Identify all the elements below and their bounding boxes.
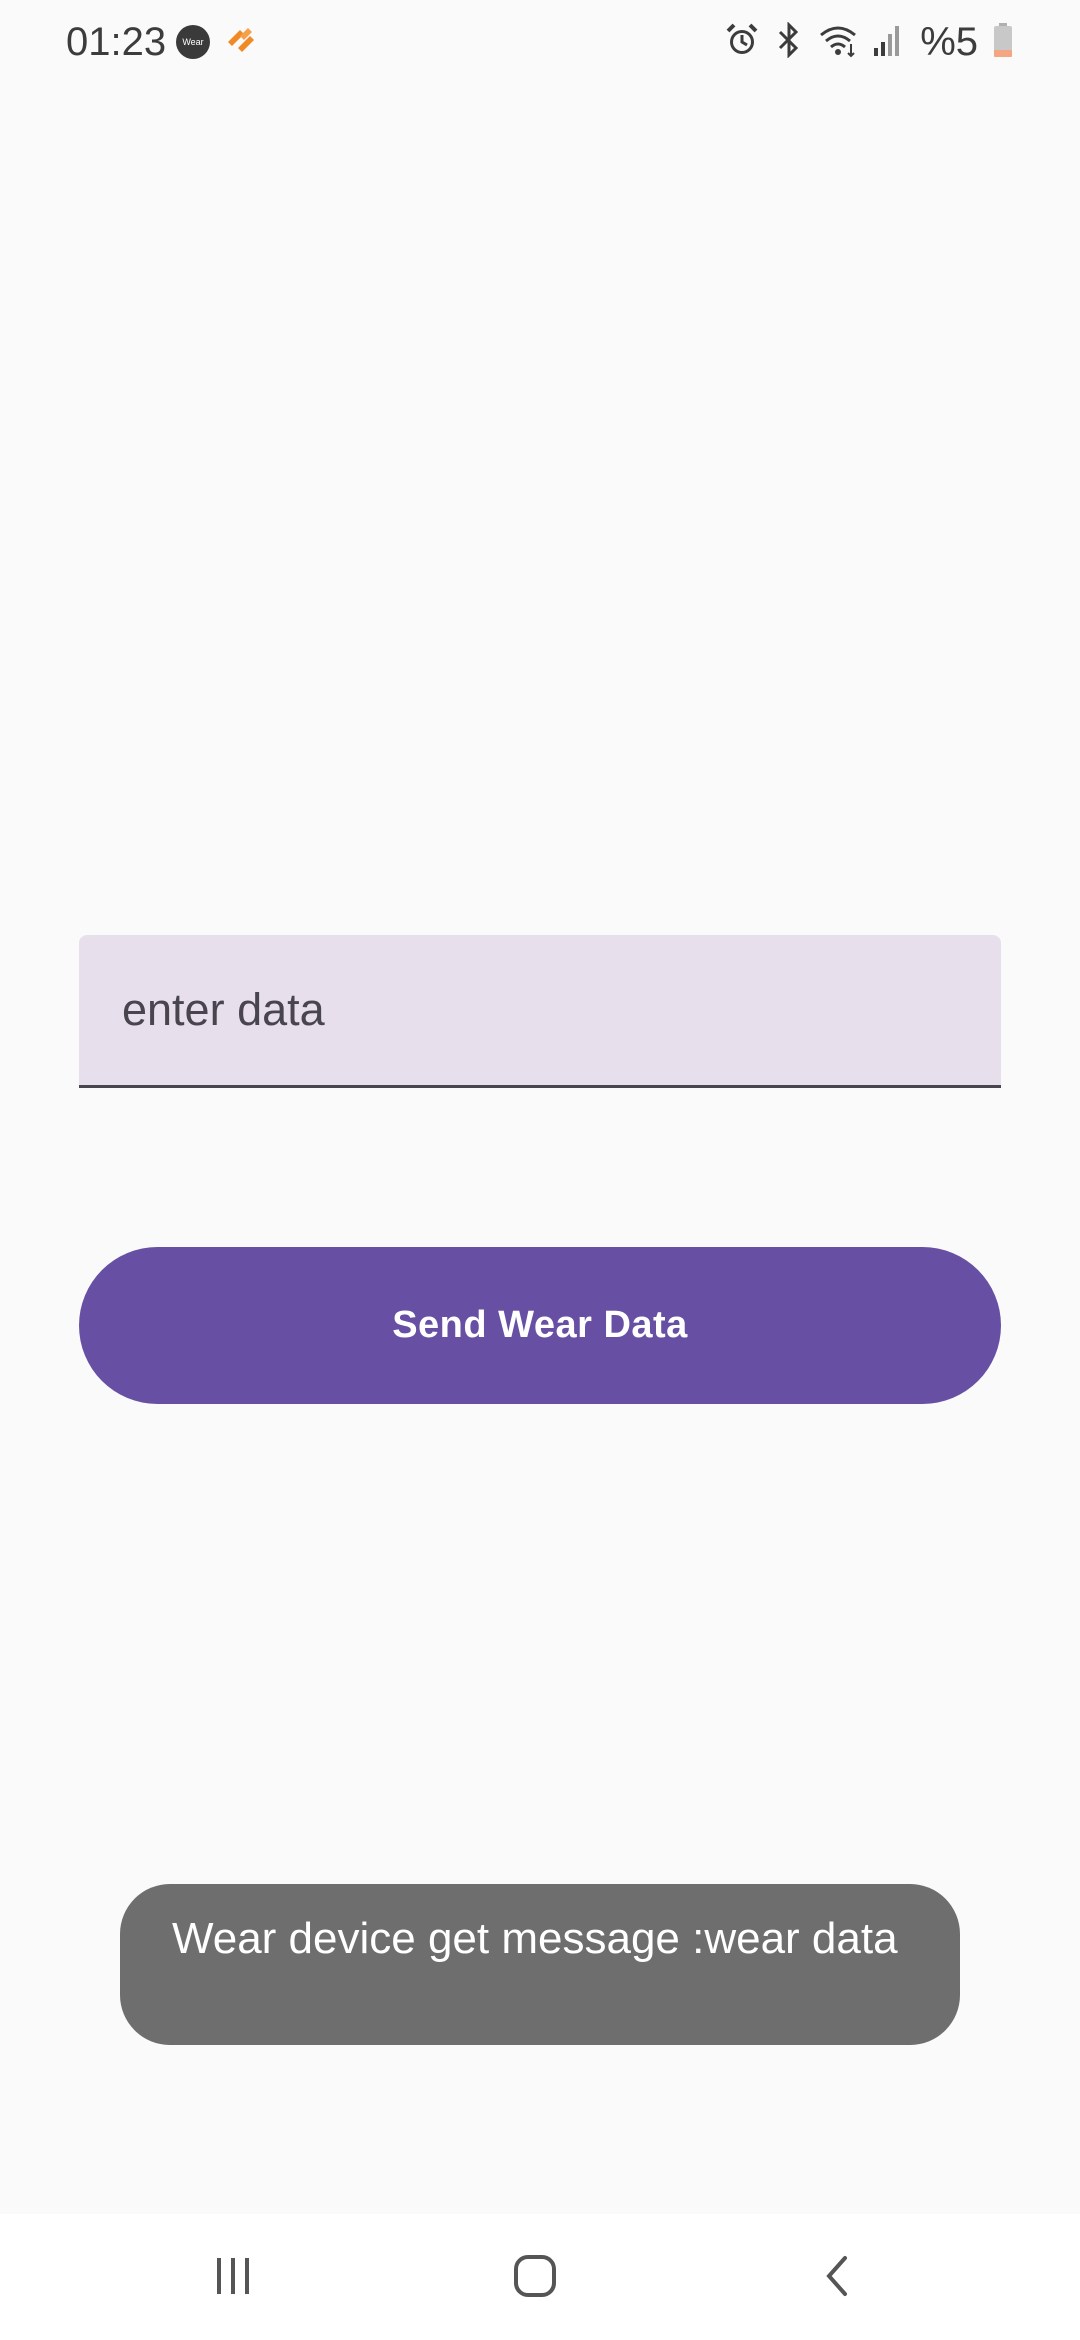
fitness-app-icon bbox=[224, 22, 258, 61]
send-wear-data-button[interactable]: Send Wear Data bbox=[79, 1247, 1001, 1404]
home-icon[interactable] bbox=[480, 2236, 590, 2316]
battery-percentage: %5 bbox=[920, 19, 978, 64]
wear-os-icon: Wear bbox=[176, 24, 210, 59]
data-input-container[interactable] bbox=[79, 935, 1001, 1088]
alarm-icon bbox=[724, 22, 760, 63]
recent-apps-icon[interactable] bbox=[178, 2236, 288, 2316]
status-bar: 01:23 Wear %5 bbox=[0, 0, 1080, 84]
signal-icon bbox=[872, 22, 902, 63]
battery-icon bbox=[992, 22, 1014, 63]
status-notification-icons: Wear bbox=[176, 22, 258, 61]
navigation-bar bbox=[0, 2214, 1080, 2340]
status-time: 01:23 bbox=[66, 20, 167, 64]
data-input[interactable] bbox=[79, 935, 1001, 1085]
back-icon[interactable] bbox=[782, 2236, 892, 2316]
bluetooth-icon bbox=[774, 20, 804, 63]
wifi-icon bbox=[818, 22, 858, 63]
wear-badge-label: Wear bbox=[182, 36, 204, 47]
toast-message: Wear device get message :wear data bbox=[120, 1884, 960, 2045]
status-system-icons: %5 bbox=[724, 16, 1014, 68]
